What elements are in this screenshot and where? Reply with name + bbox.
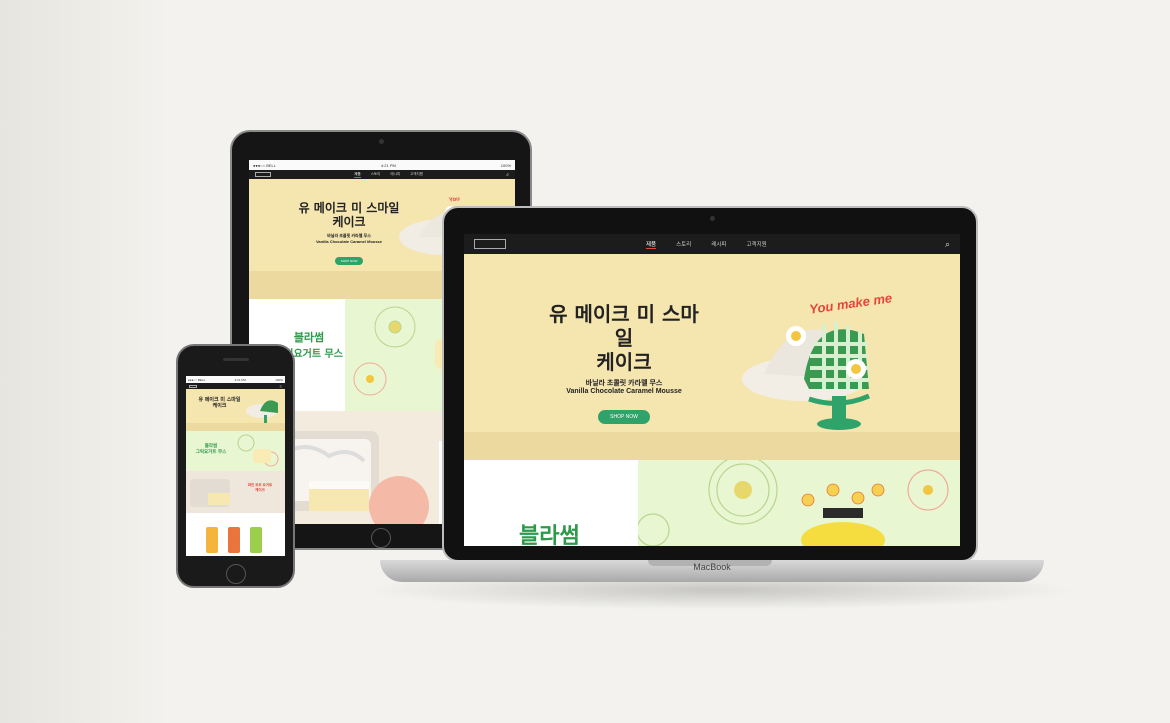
phone-logo[interactable] <box>189 384 197 388</box>
tablet-hero-title: 유 메이크 미 스마일 케이크 <box>298 201 400 230</box>
tablet-carrier: ●●●○○ BELL <box>253 162 276 168</box>
laptop-shop-now-button[interactable]: SHOP NOW <box>598 410 650 424</box>
laptop-device: 제품 스토리 레시피 고객지원 ⌕ 유 메이크 미 스마일 케이크 바닐라 초콜릿… <box>442 206 978 562</box>
phone-battery: 100% <box>275 377 283 382</box>
tablet-battery: 100% <box>500 162 511 168</box>
laptop-search-icon[interactable]: ⌕ <box>945 239 950 250</box>
tablet-nav-recipe[interactable]: 레시피 <box>390 172 400 178</box>
phone-home-button[interactable] <box>226 564 246 584</box>
phone-section-blossom: 블라썸 그릭요거트 무스 <box>186 431 285 471</box>
laptop-nav-products[interactable]: 제품 <box>646 240 657 249</box>
laptop-section-blossom: 블라썸 <box>464 455 960 546</box>
laptop-blossom-title: 블라썸 <box>519 524 580 546</box>
phone-menu-icon[interactable]: ≡ <box>280 384 282 389</box>
laptop-nav-story[interactable]: 스토리 <box>676 240 691 249</box>
laptop-nav-support[interactable]: 고객지원 <box>747 240 767 249</box>
tablet-logo[interactable] <box>255 172 271 177</box>
laptop-hero-subtitle-ko: 바닐라 초콜릿 카라멜 무스 <box>585 380 663 387</box>
phone-hero-title: 유 메이크 미 스마일 케이크 <box>198 397 241 409</box>
laptop-base: MacBook <box>380 560 1044 582</box>
laptop-flower-panel <box>636 455 960 546</box>
tablet-time: 4:21 PM <box>380 162 396 168</box>
phone-section-drinks <box>186 513 285 556</box>
wall-shadow <box>0 0 170 723</box>
tablet-blossom-title-1: 블라썸 <box>293 331 325 344</box>
phone-status-bar: ●●●○○ BELL 4:21 PM 100% <box>186 376 285 383</box>
laptop-site-nav: 제품 스토리 레시피 고객지원 ⌕ <box>464 234 960 254</box>
laptop-hero: 유 메이크 미 스마일 케이크 바닐라 초콜릿 카라멜 무스 Vanilla Ch… <box>464 254 960 460</box>
phone-drinks-image <box>206 527 262 553</box>
laptop-logo[interactable] <box>474 239 506 249</box>
tablet-search-icon[interactable]: ⌕ <box>506 172 509 178</box>
tablet-nav-support[interactable]: 고객지원 <box>410 172 423 178</box>
laptop-hero-title: 유 메이크 미 스마일 케이크 <box>549 302 699 374</box>
tablet-nav-products[interactable]: 제품 <box>354 172 361 178</box>
laptop-brand-label: MacBook <box>693 562 731 572</box>
tablet-site-nav: 제품 스토리 레시피 고객지원 ⌕ <box>249 170 515 179</box>
laptop-camera <box>710 216 715 221</box>
phone-section-coco: 파인 코코 요거트 케이크 <box>186 471 285 513</box>
tablet-camera <box>379 139 384 144</box>
laptop-screen: 제품 스토리 레시피 고객지원 ⌕ 유 메이크 미 스마일 케이크 바닐라 초콜릿… <box>464 234 960 546</box>
phone-blossom-title-2: 그릭요거트 무스 <box>195 450 227 455</box>
tablet-status-bar: ●●●○○ BELL 4:21 PM 100% <box>249 160 515 170</box>
laptop-hero-subtitle-en: Vanilla Chocolate Caramel Mousse <box>566 388 682 395</box>
tablet-home-button[interactable] <box>371 528 391 548</box>
tablet-shop-now-button[interactable]: SHOP NOW <box>334 256 364 265</box>
phone-hero: 유 메이크 미 스마일 케이크 <box>186 389 285 431</box>
tablet-nav-story[interactable]: 스토리 <box>371 172 381 178</box>
phone-carrier: ●●●○○ BELL <box>188 377 206 382</box>
phone-device: ●●●○○ BELL 4:21 PM 100% ≡ 유 메이크 미 스마일 케이크 <box>176 344 295 588</box>
phone-time: 4:21 PM <box>234 377 246 382</box>
phone-screen: ●●●○○ BELL 4:21 PM 100% ≡ 유 메이크 미 스마일 케이크 <box>186 376 285 556</box>
tablet-hero-subtitle-en: Vanilla Chocolate Caramel Mousse <box>315 238 383 244</box>
phone-speaker <box>223 358 249 361</box>
laptop-nav-recipe[interactable]: 레시피 <box>711 240 726 249</box>
phone-coco-title-2: 케이크 <box>255 488 265 492</box>
